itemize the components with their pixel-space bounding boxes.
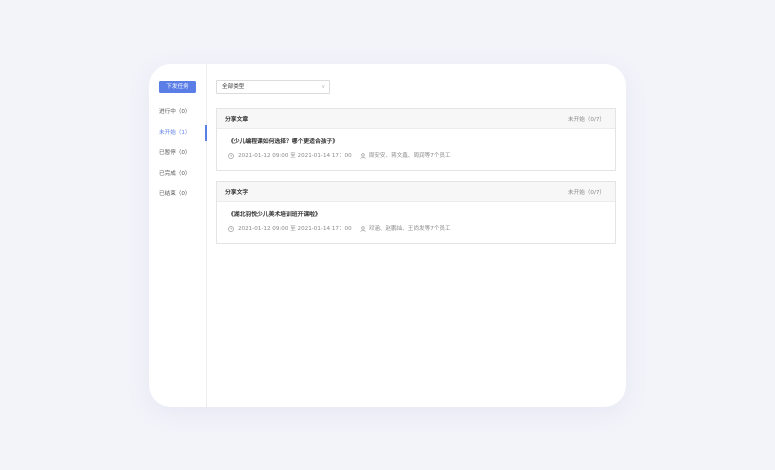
- user-icon: [360, 226, 366, 232]
- task-time-range: 2021-01-12 09:00 至 2021-01-14 17：00: [238, 153, 352, 159]
- task-card-body: 《少儿编程课如何选择？哪个更适合孩子》 2021-01-12 09:00 至 2…: [217, 129, 615, 170]
- user-icon: [360, 153, 366, 159]
- sidebar-item-ended[interactable]: 已结束（0）: [149, 184, 207, 205]
- task-members: 周安安、蒋文鑫、周润等7个员工: [368, 153, 451, 159]
- task-status-label: 未开始（0/7）: [568, 116, 605, 123]
- task-title[interactable]: 《少儿编程课如何选择？哪个更适合孩子》: [228, 138, 605, 147]
- status-nav: 进行中（0） 未开始（1） 已暂停（0） 已完成（0） 已结束（0）: [149, 102, 207, 205]
- task-card-header: 分享文章 未开始（0/7）: [217, 109, 615, 129]
- main-content: 全部类型 ∨ 分享文章 未开始（0/7） 《少儿编程课如何选择？哪个更适合孩子》…: [216, 80, 616, 244]
- task-title[interactable]: 《湖北羽悦少儿美术培训班开课啦》: [228, 211, 605, 220]
- task-card[interactable]: 分享文章 未开始（0/7） 《少儿编程课如何选择？哪个更适合孩子》 2021-0…: [216, 108, 616, 171]
- task-type-select-value: 全部类型: [222, 84, 245, 90]
- task-meta: 2021-01-12 09:00 至 2021-01-14 17：00 邓涵、赵…: [228, 225, 605, 233]
- task-card-header: 分享文字 未开始（0/7）: [217, 182, 615, 202]
- sidebar-item-in-progress[interactable]: 进行中（0）: [149, 102, 207, 123]
- sidebar: 下发任务 进行中（0） 未开始（1） 已暂停（0） 已完成（0） 已结束（0）: [149, 64, 207, 407]
- task-time-range: 2021-01-12 09:00 至 2021-01-14 17：00: [238, 226, 352, 232]
- sidebar-item-not-started[interactable]: 未开始（1）: [149, 123, 207, 144]
- task-members: 邓涵、赵鹏灿、王尚发等7个员工: [368, 226, 451, 232]
- task-type-label: 分享文章: [225, 117, 249, 123]
- task-meta: 2021-01-12 09:00 至 2021-01-14 17：00 周安安、…: [228, 152, 605, 160]
- task-status-label: 未开始（0/7）: [568, 189, 605, 196]
- chevron-down-icon: ∨: [321, 84, 325, 90]
- task-type-select[interactable]: 全部类型 ∨: [216, 80, 330, 94]
- clock-icon: [228, 153, 234, 159]
- new-task-button[interactable]: 下发任务: [159, 81, 196, 93]
- sidebar-item-completed[interactable]: 已完成（0）: [149, 164, 207, 185]
- task-card-body: 《湖北羽悦少儿美术培训班开课啦》 2021-01-12 09:00 至 2021…: [217, 202, 615, 243]
- task-panel-card: 下发任务 进行中（0） 未开始（1） 已暂停（0） 已完成（0） 已结束（0） …: [149, 64, 626, 407]
- task-card[interactable]: 分享文字 未开始（0/7） 《湖北羽悦少儿美术培训班开课啦》 2021-01-1…: [216, 181, 616, 244]
- task-type-label: 分享文字: [225, 190, 249, 196]
- sidebar-item-paused[interactable]: 已暂停（0）: [149, 143, 207, 164]
- clock-icon: [228, 226, 234, 232]
